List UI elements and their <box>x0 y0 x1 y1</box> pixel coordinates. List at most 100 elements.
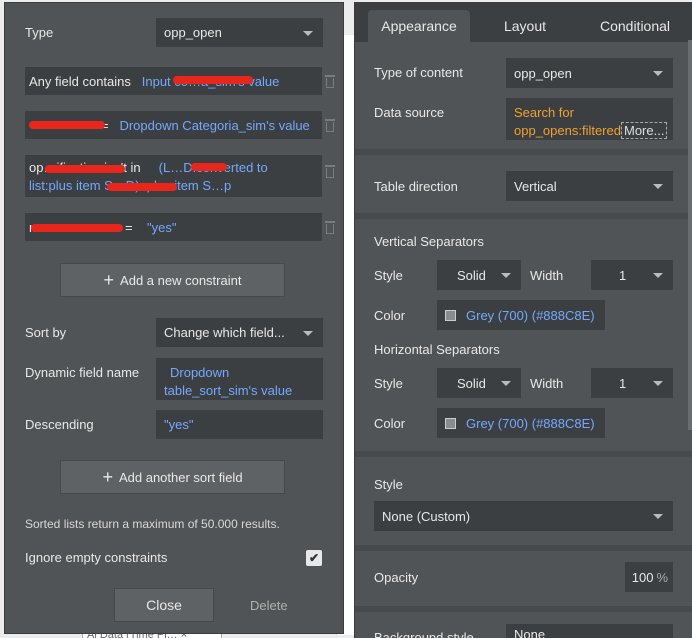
close-button[interactable]: Close <box>114 588 214 622</box>
sort-by-label: Sort by <box>25 325 67 340</box>
tab-appearance[interactable]: Appearance <box>368 10 470 42</box>
opacity-value: 100 <box>631 569 654 585</box>
type-dropdown-value: opp_open <box>164 25 222 40</box>
redaction-mark <box>45 165 125 173</box>
trash-icon[interactable] <box>324 221 336 235</box>
sort-by-value: Change which field... <box>164 325 285 340</box>
h-color-value: Grey (700) (#888C8E) <box>466 415 595 431</box>
divider <box>355 213 692 219</box>
h-color-picker[interactable]: Grey (700) (#888C8E) <box>437 408 605 438</box>
type-label: Type <box>25 25 54 40</box>
v-style-value: Solid <box>457 267 486 283</box>
data-source-more[interactable]: More... <box>620 122 668 139</box>
divider <box>355 451 692 457</box>
property-tabs: Appearance Layout Conditional <box>355 2 692 42</box>
sort-by-dropdown[interactable]: Change which field... <box>156 318 323 347</box>
v-style-dropdown[interactable]: Solid <box>437 260 521 290</box>
background-style-dropdown[interactable]: None <box>506 624 673 638</box>
table-direction-label: Table direction <box>374 179 458 194</box>
chevron-down-icon <box>653 71 663 76</box>
descending-label: Descending <box>25 417 94 432</box>
chevron-down-icon <box>501 381 511 386</box>
vertical-separators-label: Vertical Separators <box>374 234 484 249</box>
v-width-label: Width <box>530 268 564 283</box>
dynamic-field-line2: table_sort_sim's value <box>164 383 293 398</box>
trash-icon[interactable] <box>324 165 336 179</box>
property-editor-panel: Appearance Layout Conditional Type of co… <box>354 2 692 638</box>
type-of-content-label: Type of content <box>374 65 463 80</box>
h-width-label: Width <box>530 376 564 391</box>
constraint-4-operator: = <box>125 220 133 235</box>
background-style-label: Background style <box>374 630 474 638</box>
data-source-line2: opp_opens:filtered <box>514 123 621 138</box>
type-of-content-dropdown[interactable]: opp_open <box>506 58 673 88</box>
chevron-down-icon <box>501 273 511 278</box>
data-source-label: Data source <box>374 105 445 120</box>
dynamic-field-label: Dynamic field name <box>25 365 140 380</box>
constraint-1-field: Any field contains <box>29 74 131 89</box>
h-style-dropdown[interactable]: Solid <box>437 368 521 398</box>
table-direction-dropdown[interactable]: Vertical <box>506 171 673 201</box>
opacity-unit: % <box>656 569 668 585</box>
divider <box>355 149 692 155</box>
opacity-input[interactable]: 100 % <box>625 562 673 592</box>
v-color-picker[interactable]: Grey (700) (#888C8E) <box>437 300 605 330</box>
type-dropdown[interactable]: opp_open <box>156 18 323 47</box>
v-width-dropdown[interactable]: 1 <box>591 260 673 290</box>
ignore-empty-label: Ignore empty constraints <box>25 550 168 565</box>
horizontal-separators-label: Horizontal Separators <box>374 342 500 357</box>
opacity-label: Opacity <box>374 570 419 585</box>
data-source-input[interactable]: Search for opp_opens:filtered More... <box>506 98 673 140</box>
delete-button[interactable]: Delete <box>250 598 288 613</box>
descending-input[interactable]: "yes" <box>156 410 323 439</box>
descending-value: "yes" <box>164 417 194 432</box>
type-of-content-value: opp_open <box>514 65 572 81</box>
add-sort-field-label: Add another sort field <box>118 469 243 485</box>
redaction-mark <box>173 76 253 84</box>
search-constraints-panel: Type opp_open Any field contains Input c… <box>4 2 344 634</box>
h-style-label: Style <box>374 376 403 391</box>
chevron-down-icon <box>653 184 663 189</box>
constraint-4-value[interactable]: "yes" <box>147 220 176 235</box>
color-swatch <box>445 309 456 321</box>
h-width-dropdown[interactable]: 1 <box>591 368 673 398</box>
color-swatch <box>445 417 456 429</box>
redaction-mark <box>191 163 227 171</box>
plus-icon: + <box>103 270 115 290</box>
tab-layout[interactable]: Layout <box>485 10 565 42</box>
dynamic-field-line1: Dropdown <box>170 365 230 380</box>
redaction-mark <box>31 224 123 232</box>
divider <box>355 606 692 612</box>
trash-icon[interactable] <box>324 75 336 89</box>
v-width-value: 1 <box>619 267 627 283</box>
chevron-down-icon <box>653 273 663 278</box>
chevron-down-icon <box>653 514 663 519</box>
chevron-down-icon <box>653 381 663 386</box>
redaction-mark <box>107 183 177 191</box>
tab-conditional[interactable]: Conditional <box>585 10 685 42</box>
add-constraint-label: Add a new constraint <box>120 272 242 288</box>
trash-icon[interactable] <box>324 119 336 133</box>
style-value: None (Custom) <box>382 508 471 524</box>
add-constraint-button[interactable]: + Add a new constraint <box>60 263 285 297</box>
table-direction-value: Vertical <box>514 178 557 194</box>
style-dropdown[interactable]: None (Custom) <box>374 501 673 531</box>
v-color-value: Grey (700) (#888C8E) <box>466 307 595 323</box>
scrollbar[interactable] <box>688 40 692 430</box>
dynamic-field-input[interactable]: Dropdown table_sort_sim's value <box>156 358 323 400</box>
h-color-label: Color <box>374 416 406 431</box>
add-sort-field-button[interactable]: + Add another sort field <box>60 460 285 494</box>
v-color-label: Color <box>374 308 406 323</box>
plus-icon: + <box>102 467 113 487</box>
ignore-empty-checkbox[interactable]: ✔ <box>306 550 322 566</box>
chevron-down-icon <box>303 30 313 36</box>
constraint-2-value[interactable]: Dropdown Categoria_sim's value <box>119 118 309 133</box>
data-source-line1: Search for <box>514 105 574 120</box>
v-style-label: Style <box>374 268 403 283</box>
divider <box>355 545 692 551</box>
chevron-down-icon <box>303 330 313 336</box>
h-width-value: 1 <box>619 375 627 391</box>
redaction-mark <box>29 121 105 129</box>
style-label: Style <box>374 477 403 492</box>
sorted-note: Sorted lists return a maximum of 50.000 … <box>25 517 280 531</box>
